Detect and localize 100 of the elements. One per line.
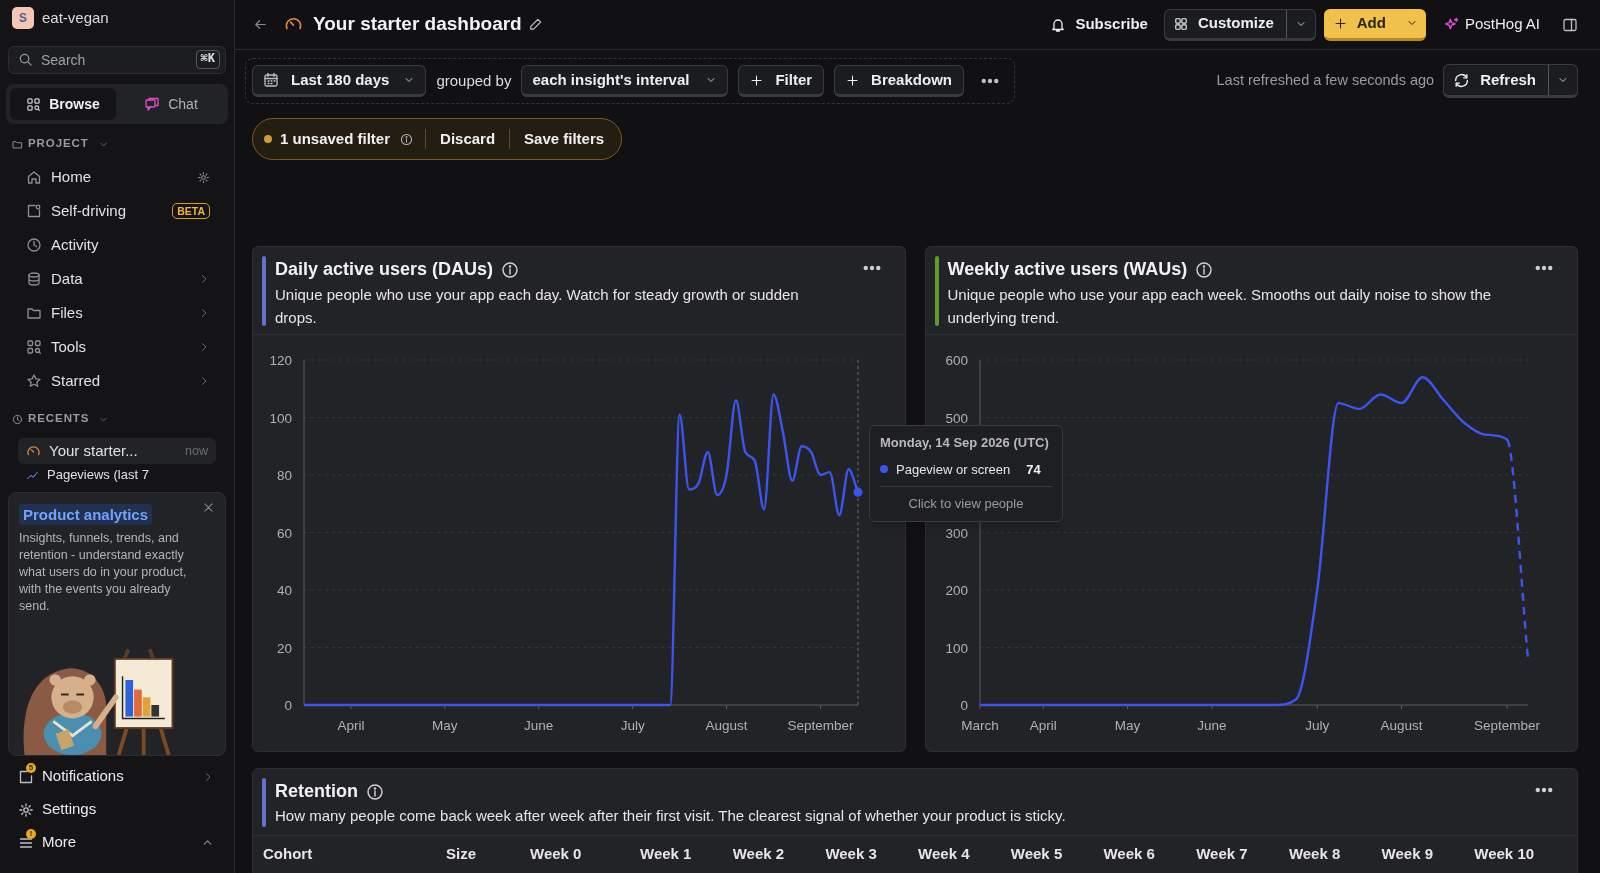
refresh-button[interactable]: Refresh xyxy=(1444,65,1549,95)
column-header: Week 8 xyxy=(1288,844,1342,864)
nav-item[interactable]: Home xyxy=(16,160,218,194)
pencil-icon xyxy=(527,17,543,32)
x-axis-label: July xyxy=(1304,718,1329,733)
recent-item[interactable]: Your starter... now xyxy=(18,438,216,464)
column-header: Week 4 xyxy=(918,844,971,864)
info-icon xyxy=(366,782,384,801)
x-axis-label: June xyxy=(1196,718,1226,733)
settings-icon xyxy=(18,801,34,818)
x-axis-label: June xyxy=(524,718,554,733)
y-axis-label: 20 xyxy=(276,640,292,656)
x-axis-label: April xyxy=(1029,718,1057,733)
side-panel-button[interactable] xyxy=(1562,16,1578,33)
discard-button[interactable]: Discard xyxy=(434,127,502,151)
nav-item[interactable]: Data xyxy=(16,262,218,296)
tooltip-date: Monday, 14 Sep 2026 (UTC) xyxy=(880,434,1050,452)
star-icon xyxy=(26,373,42,389)
info-icon xyxy=(1195,260,1214,279)
count-badge: 5 xyxy=(26,763,36,773)
close-button[interactable] xyxy=(202,501,215,514)
save-filters-button[interactable]: Save filters xyxy=(518,127,611,151)
footer-nav-item[interactable]: 5 Notifications xyxy=(12,760,222,793)
database-icon xyxy=(26,271,42,287)
ai-button[interactable]: PostHog AI xyxy=(1443,8,1540,41)
back-button[interactable] xyxy=(253,17,268,32)
breakdown-button[interactable]: Breakdown xyxy=(834,65,964,97)
folder-icon xyxy=(12,138,23,150)
clock-icon xyxy=(26,237,42,253)
folder-icon xyxy=(26,305,42,321)
customize-button[interactable]: Customize xyxy=(1164,9,1287,38)
back-arrow-icon xyxy=(253,17,268,32)
x-axis-label: August xyxy=(1380,718,1423,733)
plus-icon xyxy=(846,73,860,87)
column-header: Week 3 xyxy=(825,844,878,864)
refresh-icon xyxy=(1453,71,1471,89)
card-title: Weekly active users (WAUs) xyxy=(947,258,1188,281)
column-header: Week 9 xyxy=(1381,844,1435,864)
section-header[interactable]: PROJECT xyxy=(12,134,109,154)
card-title: Retention xyxy=(275,780,358,803)
grid-icon xyxy=(26,339,42,355)
column-header: Week 10 xyxy=(1474,844,1536,864)
card-description: How many people come back week after week after their first visit. The clearest signal of whether your product is sticky. xyxy=(275,806,1067,826)
filter-button[interactable]: Filter xyxy=(738,65,825,97)
promo-text: Insights, funnels, trends, and retention - understand exactly what users do in your product, with the events you already send. xyxy=(19,530,188,615)
product-tag: Product analytics xyxy=(19,504,153,525)
tooltip-hint: Click to view people xyxy=(907,495,1025,513)
y-axis-label: 40 xyxy=(276,583,292,598)
column-header: Size xyxy=(446,844,477,864)
nav-item[interactable]: Files xyxy=(16,296,218,330)
footer-nav-item[interactable]: ! More xyxy=(12,826,222,859)
date-range-dropdown[interactable]: Last 180 days xyxy=(252,65,427,97)
calendar-icon xyxy=(263,72,279,88)
home-icon xyxy=(26,169,42,185)
close-icon xyxy=(202,501,215,514)
nav-item[interactable]: Tools xyxy=(16,330,218,364)
column-header: Week 7 xyxy=(1196,844,1249,864)
y-axis-label: 0 xyxy=(960,698,968,713)
grid-icon xyxy=(1173,16,1188,31)
footer-nav-item[interactable]: Settings xyxy=(12,793,222,826)
bell-icon xyxy=(1050,16,1067,33)
subscribe-button[interactable]: Subscribe xyxy=(1046,8,1152,41)
mode-tab[interactable]: Chat xyxy=(118,88,224,120)
y-axis-label: 120 xyxy=(269,353,292,368)
clock-icon xyxy=(12,413,23,425)
last-refreshed-text: Last refreshed a few seconds ago xyxy=(1216,71,1435,91)
interval-dropdown[interactable]: each insight's interval xyxy=(521,65,729,97)
y-axis-label: 300 xyxy=(944,525,968,541)
column-header: Week 2 xyxy=(732,844,786,864)
x-axis-label: September xyxy=(787,718,854,733)
series-value: 74 xyxy=(1026,460,1041,479)
info-icon xyxy=(501,260,520,279)
mode-tab[interactable]: Browse xyxy=(10,88,116,120)
count-badge: ! xyxy=(26,829,36,839)
grouped-by-label: grouped by xyxy=(436,70,512,91)
nav-item[interactable]: Self-driving BETA xyxy=(16,194,218,228)
nav-item[interactable]: Activity xyxy=(16,228,218,262)
recent-time: now xyxy=(185,442,208,460)
plus-icon xyxy=(1333,16,1347,30)
y-axis-label: 100 xyxy=(944,640,968,656)
add-button[interactable]: Add xyxy=(1323,8,1398,38)
notification-icon xyxy=(18,768,34,785)
data-point[interactable] xyxy=(853,487,863,497)
x-axis-label: July xyxy=(620,718,645,733)
info-icon xyxy=(400,132,414,146)
y-axis-label: 200 xyxy=(944,583,968,598)
nav-item[interactable]: Starred xyxy=(16,364,218,398)
workspace-avatar[interactable]: S xyxy=(12,7,34,29)
search-icon xyxy=(18,52,33,67)
section-header[interactable]: RECENTS xyxy=(12,409,110,429)
recent-item[interactable]: Pageviews (last 7 xyxy=(18,464,216,486)
column-header: Week 5 xyxy=(1010,844,1064,864)
y-axis-label: 0 xyxy=(284,698,292,713)
x-axis-label: August xyxy=(705,718,748,733)
edit-button[interactable] xyxy=(527,17,543,32)
column-header: Week 1 xyxy=(640,844,693,864)
workspace-name[interactable]: eat-vegan xyxy=(42,6,109,30)
x-axis-label: May xyxy=(1114,718,1140,733)
y-axis-label: 600 xyxy=(944,353,968,368)
y-axis-label: 500 xyxy=(944,410,968,426)
